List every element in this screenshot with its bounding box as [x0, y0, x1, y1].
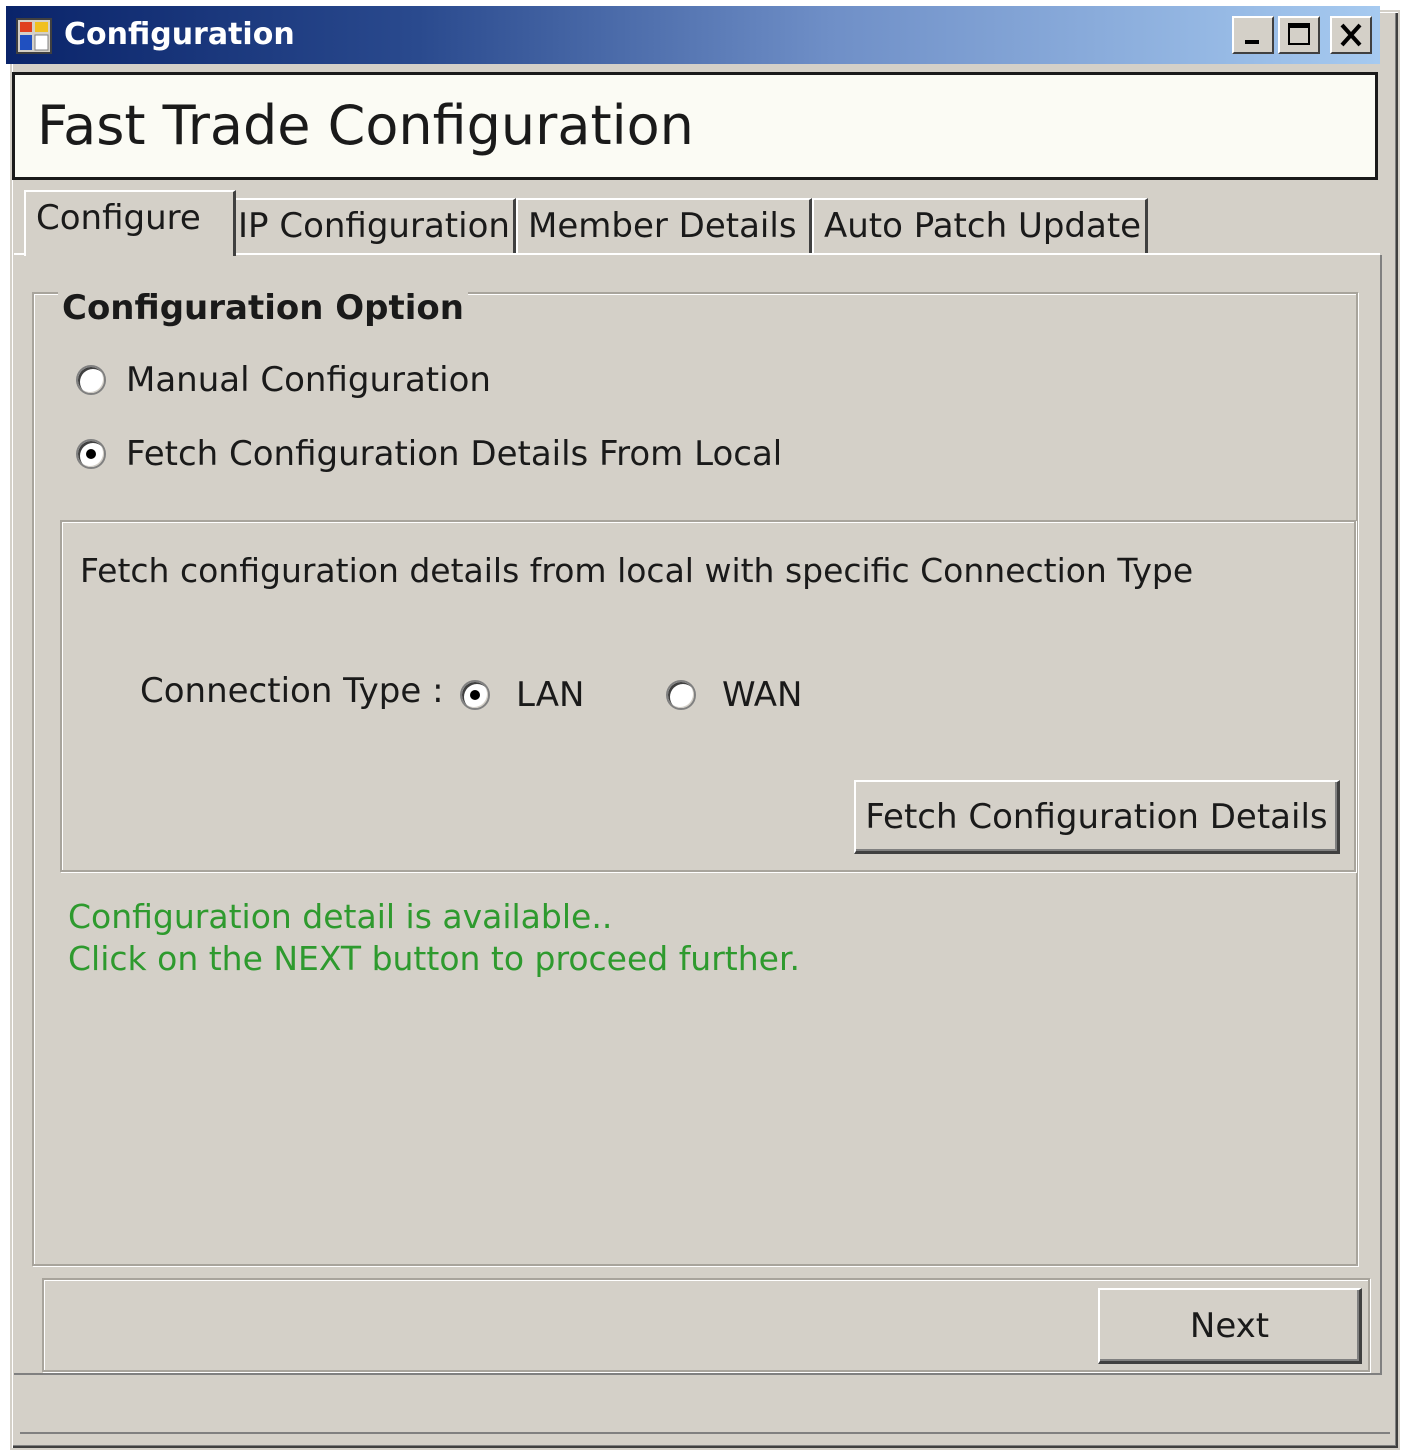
maximize-icon [1288, 23, 1310, 45]
fetch-from-local-radio[interactable]: Fetch Configuration Details From Local [76, 434, 782, 474]
radio-label: Fetch Configuration Details From Local [126, 434, 783, 474]
manual-configuration-radio[interactable]: Manual Configuration [76, 360, 491, 400]
radio-label: Manual Configuration [126, 360, 491, 400]
minimize-icon [1245, 40, 1259, 44]
connection-type-label: Connection Type : [140, 671, 444, 711]
page-title: Fast Trade Configuration [37, 94, 694, 157]
status-line-2: Click on the NEXT button to proceed furt… [68, 939, 800, 978]
close-icon [1340, 23, 1362, 47]
radio-button[interactable] [76, 365, 106, 395]
tab-auto-patch-update[interactable]: Auto Patch Update [812, 198, 1148, 254]
radio-label: WAN [722, 675, 803, 715]
header-panel: Fast Trade Configuration [12, 72, 1378, 180]
window-title: Configuration [64, 17, 295, 52]
group-legend: Configuration Option [58, 288, 468, 328]
tab-strip: Configure IP Configuration Member Detail… [14, 190, 1384, 256]
status-line-1: Configuration detail is available.. [68, 897, 613, 936]
tab-ip-configuration[interactable]: IP Configuration [226, 198, 516, 254]
radio-label: LAN [516, 675, 585, 715]
fetch-configuration-details-button[interactable]: Fetch Configuration Details [854, 780, 1340, 854]
title-bar[interactable]: Configuration [6, 6, 1380, 64]
tab-configure[interactable]: Configure [24, 190, 236, 256]
close-button[interactable] [1330, 16, 1372, 54]
lan-radio[interactable]: LAN [460, 675, 584, 715]
status-message: Configuration detail is available.. Clic… [68, 896, 800, 980]
app-icon [16, 18, 52, 54]
radio-button[interactable] [460, 680, 490, 710]
next-button[interactable]: Next [1098, 1288, 1362, 1364]
minimize-button[interactable] [1232, 16, 1274, 54]
status-divider [20, 1432, 1390, 1434]
wan-radio[interactable]: WAN [666, 675, 802, 715]
radio-button[interactable] [666, 680, 696, 710]
tab-member-details[interactable]: Member Details [516, 198, 812, 254]
maximize-button[interactable] [1278, 16, 1320, 54]
radio-button[interactable] [76, 439, 106, 469]
fetch-description: Fetch configuration details from local w… [80, 551, 1194, 590]
